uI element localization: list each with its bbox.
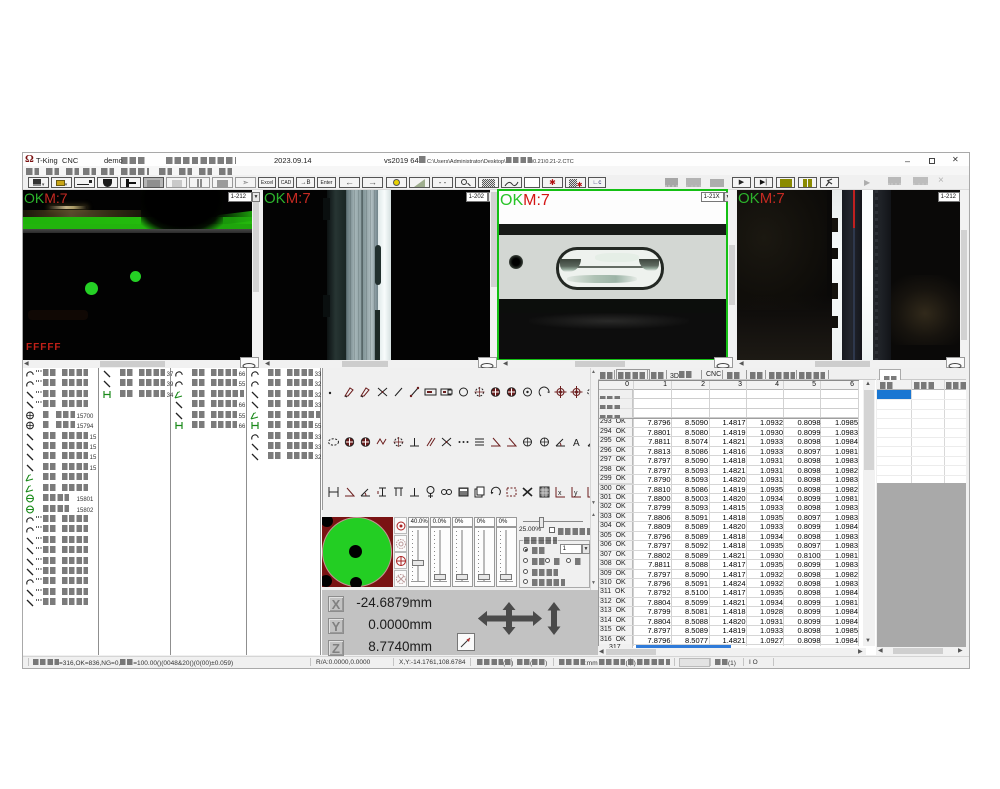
svg-text:x: x (558, 490, 562, 497)
svg-text:y: y (574, 490, 578, 497)
svg-text:A: A (573, 438, 580, 448)
